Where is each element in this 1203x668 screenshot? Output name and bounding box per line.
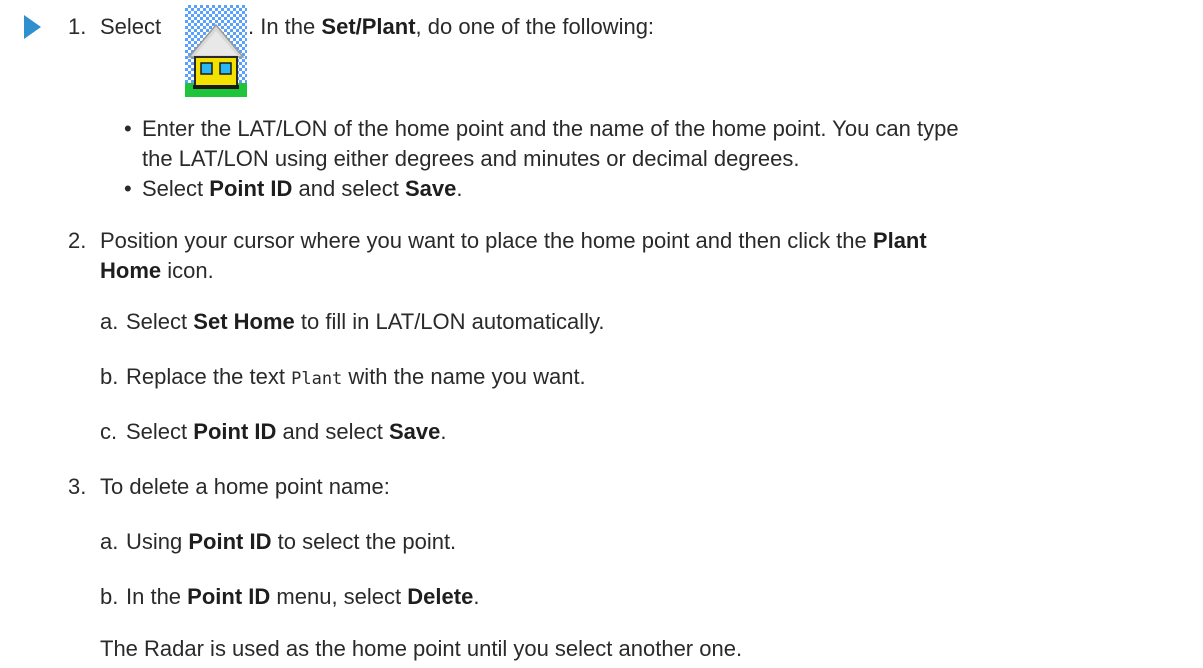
step-2-line-1: Position your cursor where you want to p… (100, 226, 927, 256)
step-2c-letter: c. (100, 419, 118, 444)
step-2b-letter: b. (100, 364, 119, 389)
step-2b: Replace the text Plant with the name you… (126, 362, 586, 394)
step-1-lead-text: Select (100, 14, 162, 39)
plant-code: Plant (291, 369, 343, 389)
delete-label: Delete (407, 584, 474, 609)
bullet-2: Select Point ID and select Save. (142, 174, 462, 204)
plant-label: Plant (872, 228, 927, 253)
point-id-label: Point ID (209, 176, 293, 201)
step-2-number: 2. (68, 228, 87, 253)
point-id-label: Point ID (193, 419, 277, 444)
step-1-text-b: , do one of the following: (415, 14, 655, 39)
text: In the (126, 584, 182, 609)
step-1-text-a: . In the (248, 14, 316, 39)
step-3b: In the Point ID menu, select Delete. (126, 582, 479, 612)
text: Replace the text (126, 364, 285, 389)
step-3b-letter: b. (100, 584, 119, 609)
home-label: Home (100, 258, 162, 283)
save-label: Save (404, 176, 457, 201)
step-3-number: 3. (68, 474, 87, 499)
step-2a-letter: a. (100, 309, 119, 334)
text: . (440, 419, 447, 444)
step-1-lead: Select (100, 12, 161, 42)
note-text: The Radar is used as the home point unti… (100, 636, 743, 661)
bullet-dot: • (124, 176, 132, 201)
text: . (456, 176, 463, 201)
text: . (473, 584, 480, 609)
text: and select (282, 419, 383, 444)
point-id-label: Point ID (188, 529, 272, 554)
text: Select (142, 176, 204, 201)
step-2c: Select Point ID and select Save. (126, 417, 446, 447)
text: icon. (167, 258, 214, 283)
step-3-text: To delete a home point name: (100, 474, 390, 499)
text: to fill in LAT/LON automatically. (300, 309, 605, 334)
text: and select (298, 176, 399, 201)
step-1-instruction: . In the Set/Plant, do one of the follow… (248, 12, 654, 42)
set-plant-label: Set/Plant (321, 14, 416, 39)
step-2-line-2: Home icon. (100, 256, 214, 286)
step-3a: Using Point ID to select the point. (126, 527, 456, 557)
bullet-1-line-2: the LAT/LON using either degrees and min… (142, 146, 800, 171)
text: Select (126, 419, 188, 444)
plant-home-icon (185, 5, 247, 97)
step-2a: Select Set Home to fill in LAT/LON autom… (126, 307, 605, 337)
text: to select the point. (277, 529, 457, 554)
step-3a-letter: a. (100, 529, 119, 554)
save-label: Save (388, 419, 441, 444)
step-1-number: 1. (68, 14, 87, 39)
set-home-label: Set Home (193, 309, 295, 334)
step-marker-icon (24, 15, 41, 39)
text: Using (126, 529, 183, 554)
text: with the name you want. (348, 364, 586, 389)
text: Select (126, 309, 188, 334)
bullet-1-line-1: Enter the LAT/LON of the home point and … (142, 116, 959, 141)
text: menu, select (276, 584, 402, 609)
bullet-dot: • (124, 116, 132, 141)
text: Position your cursor where you want to p… (100, 228, 867, 253)
point-id-label: Point ID (187, 584, 271, 609)
